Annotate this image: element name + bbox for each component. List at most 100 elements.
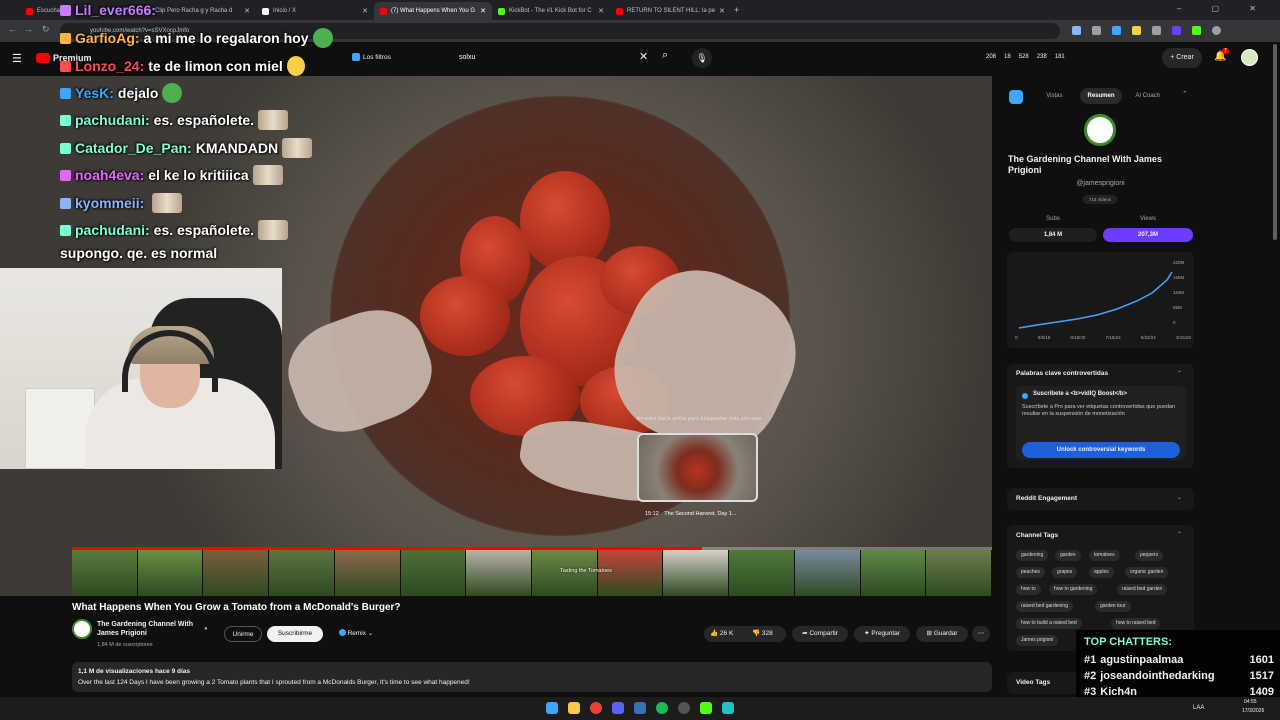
kick-icon[interactable] xyxy=(700,702,712,714)
new-tab-button[interactable]: + xyxy=(734,5,739,15)
filmstrip-frame[interactable] xyxy=(729,550,795,596)
filmstrip-frame[interactable] xyxy=(663,550,730,596)
channel-tag[interactable]: gardening xyxy=(1016,550,1049,561)
save-button[interactable]: ⊞ Guardar xyxy=(916,626,968,642)
filmstrip-frame[interactable] xyxy=(860,550,927,596)
close-tab-icon[interactable]: ✕ xyxy=(244,7,250,15)
channel-avatar[interactable] xyxy=(72,619,92,639)
chat-emote xyxy=(258,220,289,240)
clear-search-icon[interactable]: ✕ xyxy=(639,50,648,63)
channel-tag[interactable]: peppers xyxy=(1135,550,1164,561)
chat-badge-icon xyxy=(60,87,71,99)
channel-tag[interactable]: how to xyxy=(1016,584,1041,595)
obs-icon[interactable] xyxy=(678,702,690,714)
spotify-icon[interactable] xyxy=(656,702,668,714)
steam-icon[interactable] xyxy=(634,702,646,714)
chatter-count: 1601 xyxy=(1249,654,1274,666)
browser-tab[interactable]: RETURN TO SILENT HILL: la pe ✕ xyxy=(610,2,728,20)
filmstrip-frame[interactable] xyxy=(466,550,533,596)
unlock-keywords-button[interactable]: Unlock controversial keywords xyxy=(1022,442,1180,458)
vidiq-logo-icon xyxy=(1009,90,1023,104)
chat-message: GarfioAg: a mi me lo regalaron hoy xyxy=(60,28,333,48)
share-label: Compartir xyxy=(809,630,838,637)
channel-tag[interactable]: tomatoes xyxy=(1089,550,1120,561)
filmstrip-frame[interactable] xyxy=(926,550,993,596)
collapse-icon[interactable]: ⌃ xyxy=(1177,531,1182,538)
collapse-icon[interactable]: ⌃ xyxy=(1182,90,1188,98)
subscribe-button[interactable]: Suscribirme xyxy=(267,626,323,642)
collapse-icon[interactable]: ⌃ xyxy=(1177,370,1182,377)
page-scrollbar[interactable] xyxy=(1273,44,1277,240)
close-tab-icon[interactable]: ✕ xyxy=(719,7,725,15)
filters-button[interactable]: Los filtros xyxy=(352,53,391,61)
extensions-icons[interactable] xyxy=(1072,26,1262,35)
close-tab-icon[interactable]: ✕ xyxy=(598,7,604,15)
reload-icon[interactable]: ↻ xyxy=(42,24,50,35)
discord-icon[interactable] xyxy=(612,702,624,714)
description-box[interactable]: 1,1 M de visualizaciones hace 9 días Ove… xyxy=(72,662,992,692)
seek-hint: Arrastra hacia arriba para búsquedas más… xyxy=(636,416,762,422)
filmstrip-frame[interactable] xyxy=(334,550,401,596)
filmstrip-frame[interactable] xyxy=(269,550,335,596)
dislike-count: 328 xyxy=(761,630,773,637)
create-button[interactable]: + Crear xyxy=(1162,48,1202,68)
browser-tab[interactable]: (7) What Happens When You G ✕ xyxy=(374,2,492,20)
channel-name[interactable]: The Gardening Channel With James Prigion… xyxy=(97,620,205,638)
browser-tab-bar: Escucha ✕ Clip Pero Racha g y Racha d ✕ Inic… xyxy=(0,0,1280,20)
join-button[interactable]: Unirme xyxy=(224,626,262,642)
browser-tab[interactable]: KickBot - The #1 Kick Bot for C ✕ xyxy=(492,2,610,20)
y-tick-label: 55M xyxy=(1173,305,1182,310)
filmstrip-frame[interactable] xyxy=(203,550,270,596)
vidiq-tabs: Vistas Resumen AI Coach xyxy=(1033,88,1169,104)
chat-text: es. españolete. xyxy=(153,222,255,238)
channel-tag[interactable]: James prigioni xyxy=(1016,635,1059,646)
channel-tag[interactable]: apples xyxy=(1089,567,1114,578)
window-controls[interactable]: – ▢ ✕ xyxy=(1177,4,1270,13)
channel-tag[interactable]: peaches xyxy=(1016,567,1045,578)
chapter-filmstrip[interactable] xyxy=(72,550,993,596)
chrome-icon[interactable] xyxy=(590,702,602,714)
channel-tag[interactable]: how to raised bed xyxy=(1111,618,1161,629)
file-explorer-icon[interactable] xyxy=(568,702,580,714)
channel-tag[interactable]: raised bed gardening xyxy=(1016,601,1073,612)
chat-badge-icon xyxy=(60,114,71,126)
chat-username: YesK: xyxy=(75,85,114,101)
menu-icon[interactable]: ☰ xyxy=(12,52,22,65)
channel-tag[interactable]: grapes xyxy=(1052,567,1078,578)
channel-tag[interactable]: garden tour xyxy=(1095,601,1131,612)
browser-tab[interactable]: Inicio / X ✕ xyxy=(256,2,374,20)
channel-tag[interactable]: organic garden xyxy=(1125,567,1169,578)
filmstrip-frame[interactable] xyxy=(137,550,204,596)
channel-tag[interactable]: garden xyxy=(1055,550,1081,561)
filmstrip-frame[interactable] xyxy=(400,550,467,596)
channel-tag[interactable]: how to gardening xyxy=(1049,584,1098,595)
filmstrip-frame[interactable] xyxy=(72,550,138,596)
search-icon[interactable]: ⌕ xyxy=(662,49,668,62)
channel-tag[interactable]: how to build a raised bed xyxy=(1016,618,1082,629)
forward-icon[interactable]: → xyxy=(24,24,33,34)
more-actions-button[interactable]: ⋯ xyxy=(972,626,990,642)
reddit-engagement-card[interactable]: Reddit Engagement ⌄ xyxy=(1007,488,1194,510)
back-icon[interactable]: ← xyxy=(8,24,17,34)
like-button[interactable]: 👍 26 K xyxy=(710,629,733,637)
tab-label: (7) What Happens When You G xyxy=(391,8,476,14)
vidiq-tab[interactable]: Resumen xyxy=(1079,88,1123,104)
expand-icon[interactable]: ⌄ xyxy=(1177,494,1182,501)
microphone-icon[interactable]: 🎙 xyxy=(692,48,712,68)
vidiq-tab[interactable]: Vistas xyxy=(1033,88,1076,104)
close-tab-icon[interactable]: ✕ xyxy=(480,7,486,15)
windows-start-icon[interactable] xyxy=(546,702,558,714)
top-chatter-row: #2 joseandointhedarking 1517 xyxy=(1084,670,1274,682)
filmstrip-frame[interactable] xyxy=(794,550,861,596)
account-avatar[interactable] xyxy=(1241,49,1258,66)
ask-button[interactable]: ✦ Preguntar xyxy=(854,626,910,642)
dislike-button[interactable]: 👎 328 xyxy=(752,629,773,637)
share-button[interactable]: ➦ Compartir xyxy=(792,626,848,642)
close-tab-icon[interactable]: ✕ xyxy=(362,7,368,15)
remix-button[interactable]: Remix ⌄ xyxy=(330,626,382,642)
app-icon[interactable] xyxy=(722,702,734,714)
search-input[interactable]: solxu xyxy=(452,48,658,68)
channel-tag[interactable]: raised bed garden xyxy=(1117,584,1168,595)
boost-title: Suscríbete a <b>vidIQ Boost</b> xyxy=(1033,391,1128,397)
vidiq-tab[interactable]: AI Coach xyxy=(1126,88,1169,104)
